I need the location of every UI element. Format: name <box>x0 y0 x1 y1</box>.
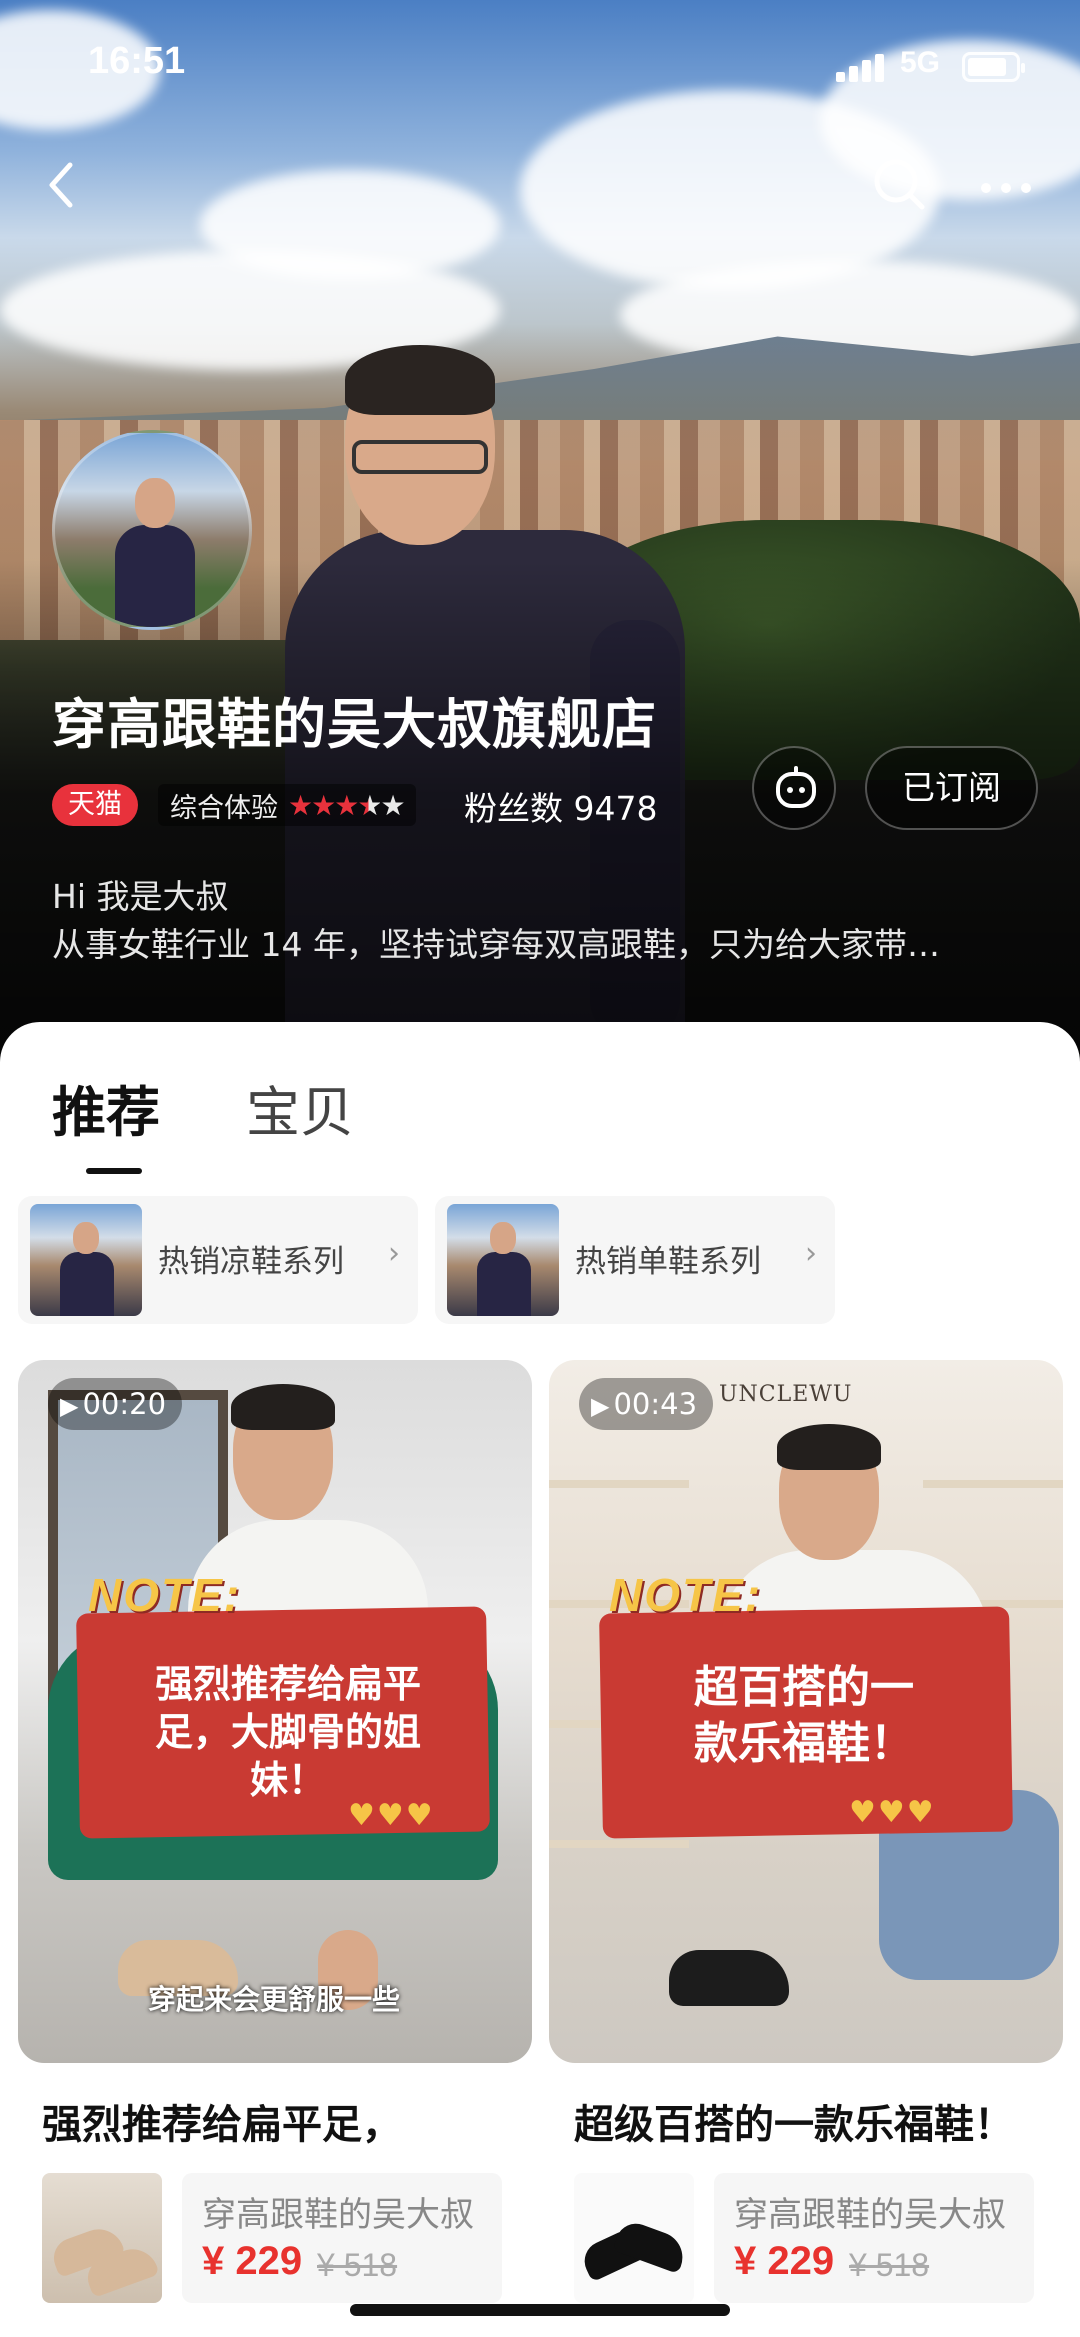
chevron-right-icon: › <box>805 1236 817 1271</box>
video-duration: ▶ 00:43 <box>579 1378 714 1430</box>
product-link[interactable]: 穿高跟鞋的吴大叔 ¥ 229 ¥ 518 <box>574 2173 1034 2303</box>
product-info: 穿高跟鞋的吴大叔 ¥ 229 ¥ 518 <box>714 2173 1034 2303</box>
chevron-left-icon <box>49 162 73 208</box>
note-text-line: 妹！ <box>249 1758 326 1802</box>
star-half-icon: ★ <box>357 788 382 822</box>
note-text-line: 超百搭的一 <box>694 1662 914 1713</box>
rating-stars: ★★★★★ <box>288 788 406 822</box>
person-glasses <box>352 440 488 474</box>
chevron-right-icon: › <box>388 1236 400 1271</box>
avatar-head <box>135 478 175 528</box>
store-avatar[interactable] <box>52 430 252 630</box>
experience-rating[interactable]: 综合体验 ★★★★★ <box>158 784 416 826</box>
product-thumbnail <box>574 2173 694 2303</box>
product-shop: 穿高跟鞋的吴大叔 <box>202 2195 474 2235</box>
video-title[interactable]: 超级百搭的一款乐福鞋！ <box>574 2092 1014 2150</box>
series-thumbnail <box>447 1204 559 1316</box>
more-button[interactable] <box>978 168 1034 208</box>
duration-text: 00:20 <box>82 1387 167 1421</box>
star-icon: ★ <box>334 788 359 822</box>
note-title: NOTE: <box>609 1569 763 1621</box>
product-original-price: ¥ 518 <box>849 2247 930 2283</box>
subscribe-button[interactable]: 已订阅 <box>865 746 1038 830</box>
thumb-body <box>477 1252 531 1316</box>
product-shop: 穿高跟鞋的吴大叔 <box>734 2195 1006 2235</box>
tmall-badge: 天猫 <box>52 784 138 826</box>
star-icon: ★ <box>311 788 336 822</box>
person-hair <box>231 1384 335 1430</box>
search-button[interactable] <box>870 155 930 215</box>
series-card-sandals[interactable]: 热销凉鞋系列 › <box>18 1196 418 1324</box>
video-card[interactable]: UNCLEWU NOTE: 超百搭的一 款乐福鞋！ ♥♥♥ ▶ 00:43 <box>549 1360 1063 2063</box>
video-card[interactable]: NOTE: 强烈推荐给扁平 足，大脚骨的姐 妹！ ♥♥♥ ▶ 00:20 穿起来会… <box>18 1360 532 2063</box>
person-hair <box>777 1424 881 1470</box>
avatar-body <box>115 525 195 627</box>
battery-icon <box>962 52 1025 82</box>
video-subtitle: 穿起来会更舒服一些 <box>148 1983 401 2016</box>
tab-recommend[interactable]: 推荐 <box>52 1068 160 1147</box>
store-intro-line1: Hi 我是大叔 <box>52 877 229 916</box>
note-text-line: 强烈推荐给扁平 <box>154 1662 421 1706</box>
brand-logo: UNCLEWU <box>719 1382 853 1407</box>
note-text-line: 足，大脚骨的姐 <box>154 1710 421 1754</box>
video-title[interactable]: 强烈推荐给扁平足， <box>42 2092 402 2150</box>
tab-items[interactable]: 宝贝 <box>246 1068 354 1147</box>
hearts-icon: ♥♥♥ <box>849 1795 936 1830</box>
search-icon <box>874 159 925 210</box>
loafer-shoe <box>669 1950 789 2006</box>
chat-bot-icon <box>776 766 816 808</box>
store-intro-line2[interactable]: 从事女鞋行业 14 年，坚持试穿每双高跟鞋，只为给大家带… <box>52 918 1032 966</box>
thumb-head <box>490 1222 516 1254</box>
video-duration: ▶ 00:20 <box>48 1378 183 1430</box>
series-card-pumps[interactable]: 热销单鞋系列 › <box>435 1196 835 1324</box>
note-title: NOTE: <box>88 1569 242 1621</box>
more-dots-icon <box>981 183 1031 193</box>
product-price: ¥ 229 <box>202 2239 303 2283</box>
home-indicator[interactable] <box>350 2304 730 2316</box>
product-link[interactable]: 穿高跟鞋的吴大叔 ¥ 229 ¥ 518 <box>42 2173 502 2303</box>
status-time: 16:51 <box>88 40 186 82</box>
series-label: 热销凉鞋系列 <box>158 1244 344 1280</box>
back-button[interactable] <box>40 155 84 215</box>
product-info: 穿高跟鞋的吴大叔 ¥ 229 ¥ 518 <box>182 2173 502 2303</box>
active-tab-indicator <box>86 1168 142 1174</box>
product-price: ¥ 229 <box>734 2239 835 2283</box>
fans-count: 粉丝数 9478 <box>464 789 658 828</box>
note-text-line: 款乐福鞋！ <box>694 1718 914 1769</box>
customer-service-button[interactable] <box>752 746 836 830</box>
play-icon: ▶ <box>60 1392 79 1420</box>
store-name: 穿高跟鞋的吴大叔旗舰店 <box>52 693 657 756</box>
status-bar: 16:51 5G <box>0 0 1080 140</box>
play-icon: ▶ <box>591 1392 610 1420</box>
experience-label: 综合体验 <box>170 792 278 824</box>
product-original-price: ¥ 518 <box>317 2247 398 2283</box>
shelf <box>549 1480 689 1488</box>
hearts-icon: ♥♥♥ <box>348 1798 435 1833</box>
product-thumbnail <box>42 2173 162 2303</box>
thumb-head <box>73 1222 99 1254</box>
thumb-body <box>60 1252 114 1316</box>
shelf <box>923 1480 1063 1488</box>
series-label: 热销单鞋系列 <box>575 1244 761 1280</box>
signal-icon <box>836 52 888 82</box>
shelf <box>549 1840 689 1848</box>
duration-text: 00:43 <box>613 1387 698 1421</box>
network-type: 5G <box>900 46 941 79</box>
person-hair <box>345 345 495 415</box>
star-icon: ★ <box>288 788 313 822</box>
star-empty-icon: ★ <box>380 788 405 822</box>
series-thumbnail <box>30 1204 142 1316</box>
